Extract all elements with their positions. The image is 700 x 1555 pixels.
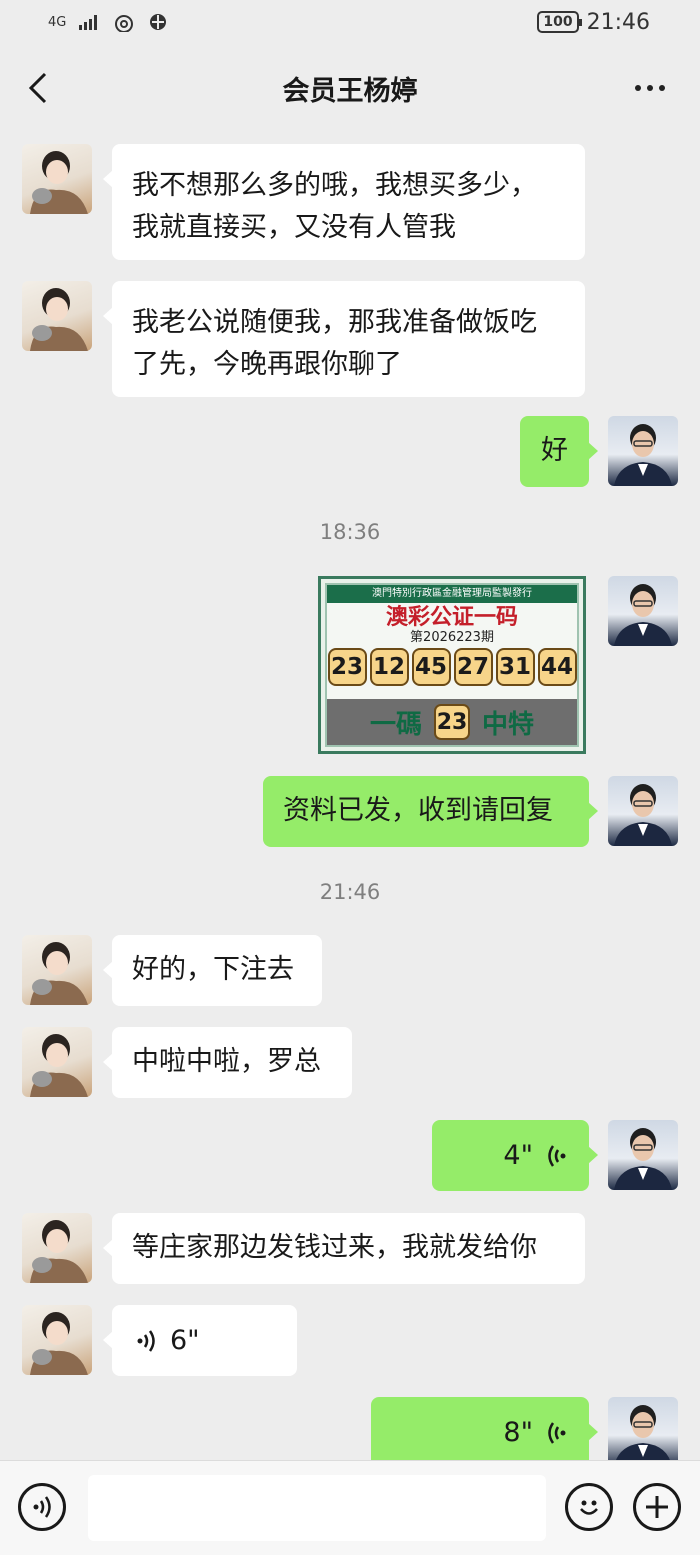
voice-wave-icon bbox=[137, 1329, 155, 1352]
lottery-number: 44 bbox=[537, 648, 577, 686]
page-title: 会员王杨婷 bbox=[282, 75, 418, 107]
message-bubble-incoming[interactable]: 好的，下注去 bbox=[103, 935, 322, 1006]
timestamp: 21:46 bbox=[319, 880, 381, 904]
contact-avatar[interactable] bbox=[22, 1305, 92, 1375]
browser-icon bbox=[150, 14, 167, 30]
timestamp: 18:36 bbox=[319, 520, 381, 544]
voice-content: 6" bbox=[136, 1305, 273, 1376]
lottery-number: 45 bbox=[411, 648, 451, 686]
plus-icon bbox=[646, 1496, 668, 1518]
lottery-number: 27 bbox=[453, 648, 493, 686]
lottery-image-frame: 澳門特別行政區金融管理局監製發行 澳彩公证一码 第2026223期 23 12 … bbox=[325, 583, 579, 747]
more-dot bbox=[659, 85, 665, 91]
contact-avatar[interactable] bbox=[22, 1213, 92, 1283]
emoji-button[interactable] bbox=[565, 1483, 613, 1531]
contact-avatar[interactable] bbox=[22, 1027, 92, 1097]
title-bar: 会员王杨婷 bbox=[0, 52, 700, 124]
back-button[interactable] bbox=[18, 66, 58, 110]
message-bubble-outgoing[interactable]: 资料已发，收到请回复 bbox=[263, 776, 598, 847]
my-avatar[interactable] bbox=[608, 576, 678, 646]
more-dot bbox=[647, 85, 653, 91]
voice-message-outgoing[interactable]: 4" bbox=[432, 1120, 598, 1191]
more-dot bbox=[635, 85, 641, 91]
contact-avatar-image bbox=[30, 1220, 88, 1283]
voice-input-button[interactable] bbox=[18, 1483, 66, 1531]
contact-avatar-image bbox=[30, 1034, 88, 1097]
voice-duration: 4" bbox=[503, 1139, 533, 1171]
lottery-number: 12 bbox=[369, 648, 409, 686]
my-avatar[interactable] bbox=[608, 416, 678, 486]
contact-avatar[interactable] bbox=[22, 144, 92, 214]
message-bubble-incoming[interactable]: 等庄家那边发钱过来，我就发给你 bbox=[103, 1213, 585, 1284]
message-bubble-incoming[interactable]: 中啦中啦，罗总 bbox=[103, 1027, 352, 1098]
my-avatar[interactable] bbox=[608, 776, 678, 846]
voice-wave-icon bbox=[33, 1496, 51, 1518]
contact-avatar[interactable] bbox=[22, 935, 92, 1005]
status-bar: 4G 100 21:46 bbox=[0, 0, 700, 44]
message-bubble-incoming[interactable]: 我不想那么多的哦，我想买多少， 我就直接买，又没有人管我 bbox=[103, 144, 585, 260]
lottery-special-number: 23 bbox=[434, 704, 470, 740]
status-time: 21:46 bbox=[586, 9, 650, 35]
hotspot-icon bbox=[115, 15, 134, 32]
voice-content: 8" bbox=[393, 1397, 567, 1468]
lottery-bottom-left: 一碼 bbox=[369, 709, 422, 740]
input-bar bbox=[0, 1460, 700, 1555]
my-avatar-image bbox=[614, 424, 672, 486]
my-avatar-image bbox=[614, 584, 672, 646]
contact-avatar-image bbox=[30, 288, 88, 351]
voice-content: 4" bbox=[454, 1120, 567, 1191]
contact-avatar-image bbox=[30, 151, 88, 214]
lottery-image-message[interactable]: 澳門特別行政區金融管理局監製發行 澳彩公证一码 第2026223期 23 12 … bbox=[318, 576, 586, 754]
chevron-left-icon bbox=[28, 72, 47, 104]
status-right: 100 21:46 bbox=[537, 10, 650, 35]
voice-message-incoming[interactable]: 6" bbox=[103, 1305, 297, 1376]
message-bubble-outgoing[interactable]: 好 bbox=[520, 416, 598, 487]
my-avatar-image bbox=[614, 1128, 672, 1190]
network-label: 4G bbox=[48, 14, 67, 30]
message-input[interactable] bbox=[88, 1475, 546, 1541]
voice-message-outgoing[interactable]: 8" bbox=[371, 1397, 598, 1468]
voice-wave-icon bbox=[548, 1421, 566, 1444]
lottery-title: 澳彩公证一码 bbox=[385, 604, 518, 630]
voice-duration: 6" bbox=[170, 1324, 200, 1356]
lottery-number: 31 bbox=[495, 648, 535, 686]
plus-button[interactable] bbox=[633, 1483, 681, 1531]
status-left: 4G bbox=[48, 12, 168, 32]
emoji-icon bbox=[580, 1500, 598, 1515]
lottery-header: 澳門特別行政區金融管理局監製發行 bbox=[327, 585, 577, 603]
contact-avatar[interactable] bbox=[22, 281, 92, 351]
voice-wave-icon bbox=[548, 1144, 566, 1167]
my-avatar[interactable] bbox=[608, 1397, 678, 1467]
more-button[interactable] bbox=[626, 66, 674, 110]
contact-avatar-image bbox=[30, 1312, 88, 1375]
my-avatar-image bbox=[614, 784, 672, 846]
lottery-period: 第2026223期 bbox=[410, 630, 494, 645]
my-avatar[interactable] bbox=[608, 1120, 678, 1190]
lottery-bottom-right: 中特 bbox=[482, 709, 535, 740]
battery-indicator: 100 bbox=[537, 11, 582, 33]
lottery-numbers: 23 12 45 27 31 44 bbox=[327, 648, 577, 686]
my-avatar-image bbox=[614, 1405, 672, 1467]
lottery-number: 23 bbox=[327, 648, 367, 686]
voice-duration: 8" bbox=[503, 1416, 533, 1448]
contact-avatar-image bbox=[30, 942, 88, 1005]
lottery-bottom-strip: 一碼 23 中特 bbox=[327, 699, 577, 745]
signal-icon bbox=[79, 15, 98, 30]
message-bubble-incoming[interactable]: 我老公说随便我，那我准备做饭吃 了先，今晚再跟你聊了 bbox=[103, 281, 585, 397]
